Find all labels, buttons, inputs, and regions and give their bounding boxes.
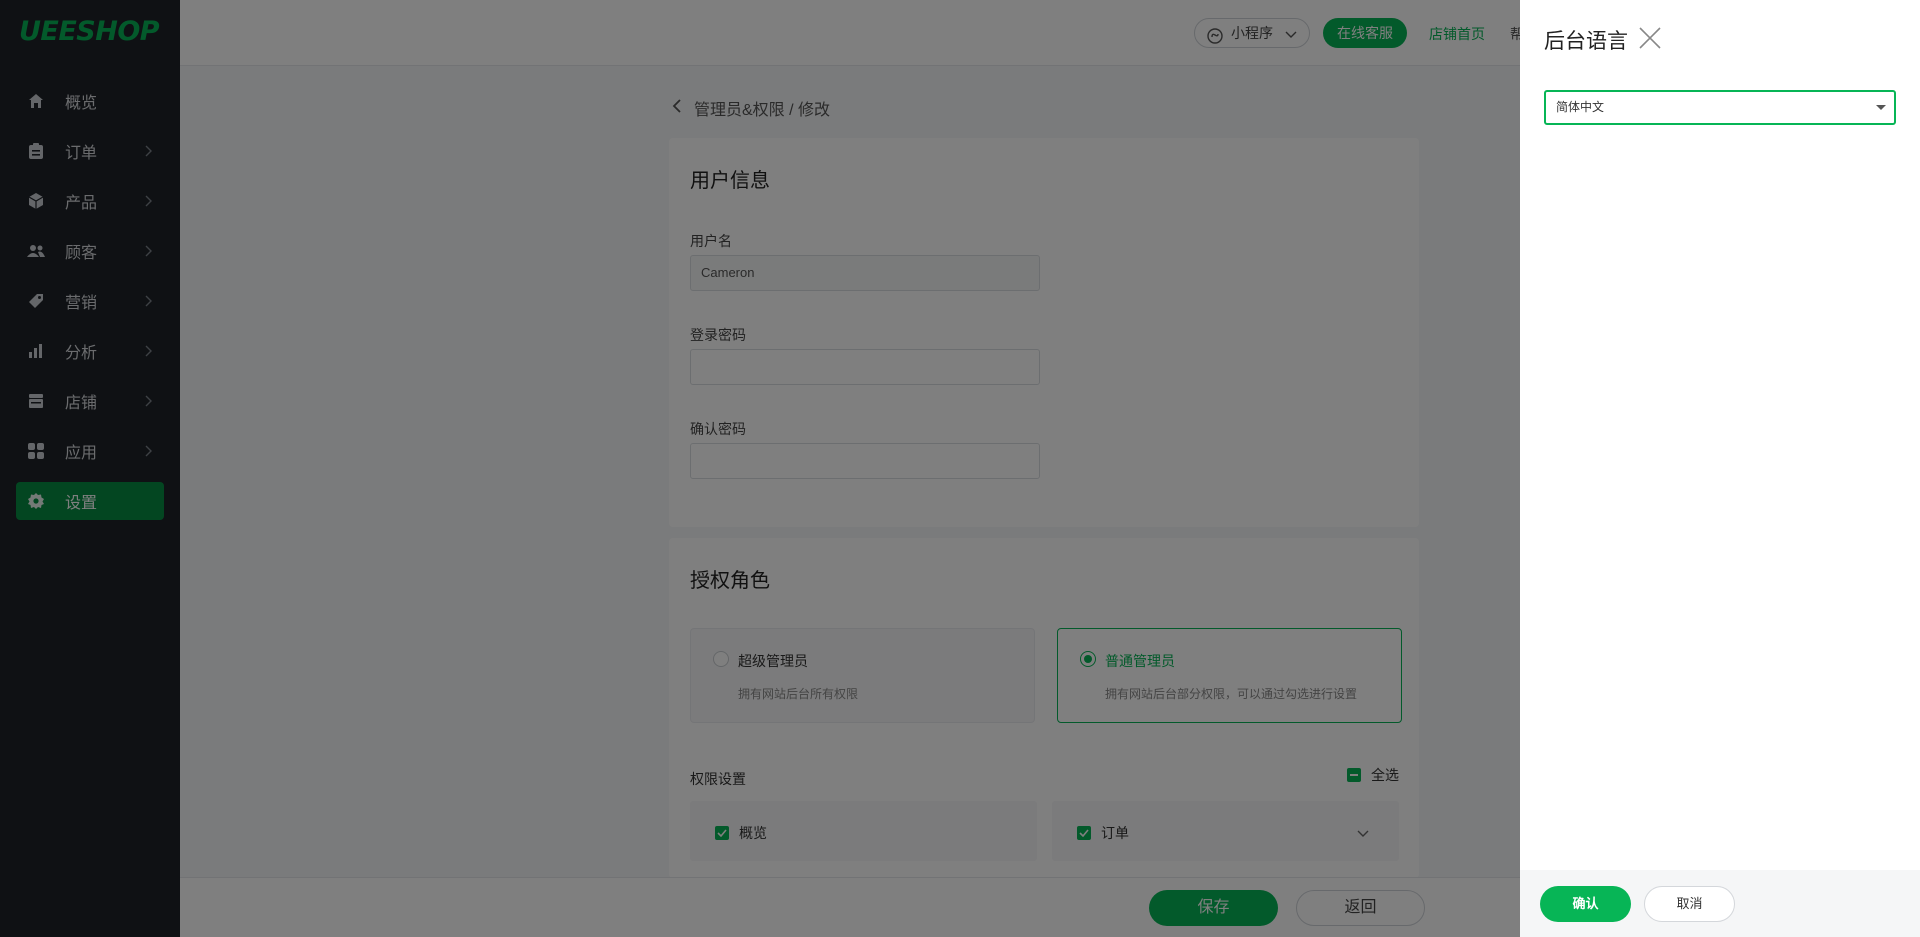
- language-select-value: 简体中文: [1556, 100, 1605, 114]
- close-icon[interactable]: [1638, 26, 1662, 55]
- language-drawer: 后台语言 简体中文 确认 取消: [1520, 0, 1920, 937]
- confirm-button[interactable]: 确认: [1540, 886, 1631, 922]
- caret-down-icon: [1876, 105, 1886, 110]
- language-select[interactable]: 简体中文: [1544, 90, 1896, 125]
- drawer-title: 后台语言: [1544, 30, 1628, 53]
- drawer-footer: 确认 取消: [1520, 870, 1920, 937]
- cancel-button[interactable]: 取消: [1644, 886, 1735, 922]
